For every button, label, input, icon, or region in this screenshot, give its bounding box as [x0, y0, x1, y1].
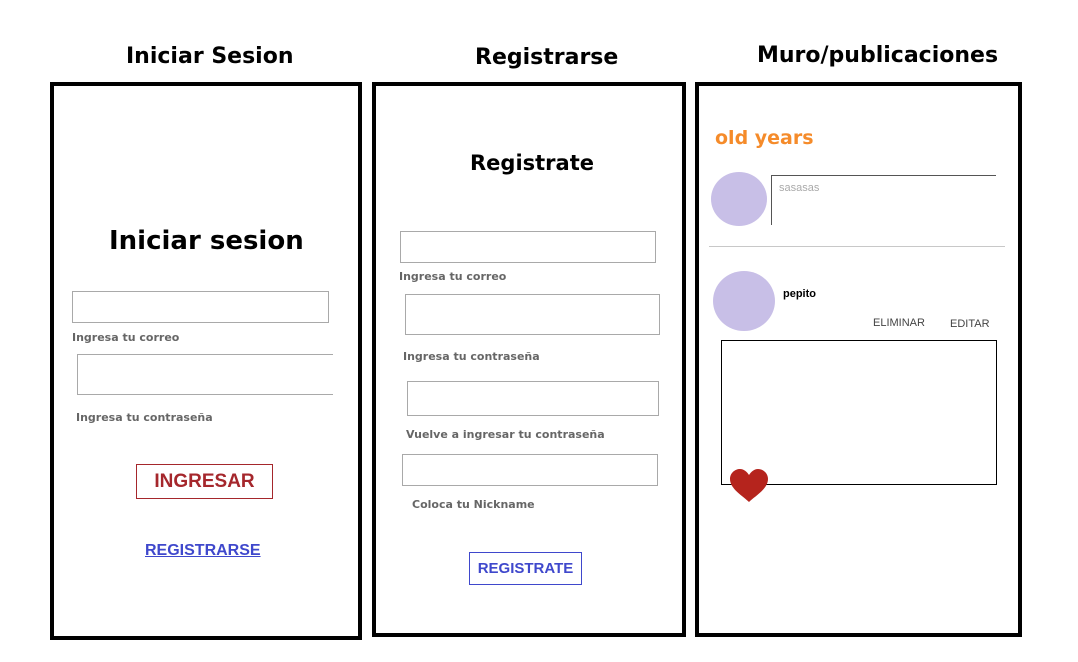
- register-repeat-password-label: Vuelve a ingresar tu contraseña: [406, 428, 605, 441]
- register-panel-title: Registrarse: [475, 45, 619, 70]
- composer-text: sasasas: [779, 182, 820, 194]
- register-nickname-input[interactable]: [402, 454, 658, 486]
- login-password-label: Ingresa tu contraseña: [76, 411, 213, 424]
- composer-avatar: [711, 172, 767, 226]
- edit-post-button[interactable]: EDITAR: [950, 318, 990, 330]
- login-email-input[interactable]: [72, 291, 329, 323]
- register-heading: Registrate: [470, 151, 594, 175]
- register-password-label: Ingresa tu contraseña: [403, 350, 540, 363]
- login-panel-title: Iniciar Sesion: [126, 44, 294, 69]
- register-email-label: Ingresa tu correo: [399, 270, 507, 283]
- composer-divider: [709, 246, 1005, 247]
- registrate-button[interactable]: REGISTRATE: [469, 552, 582, 585]
- post-avatar: [713, 271, 775, 331]
- wall-username: old years: [715, 127, 814, 149]
- register-email-input[interactable]: [400, 231, 656, 263]
- login-password-input[interactable]: [77, 354, 333, 395]
- delete-post-button[interactable]: ELIMINAR: [873, 317, 925, 329]
- registrarse-link[interactable]: REGISTRARSE: [145, 542, 261, 560]
- heart-icon[interactable]: [729, 469, 769, 503]
- login-heading: Iniciar sesion: [109, 226, 304, 256]
- post-content-box: [721, 340, 997, 485]
- register-nickname-label: Coloca tu Nickname: [412, 498, 535, 511]
- wall-panel-title: Muro/publicaciones: [757, 43, 999, 68]
- post-author: pepito: [783, 288, 816, 300]
- login-email-label: Ingresa tu correo: [72, 331, 180, 344]
- register-password-input[interactable]: [405, 294, 660, 335]
- ingresar-button[interactable]: INGRESAR: [136, 464, 273, 499]
- register-repeat-password-input[interactable]: [407, 381, 659, 416]
